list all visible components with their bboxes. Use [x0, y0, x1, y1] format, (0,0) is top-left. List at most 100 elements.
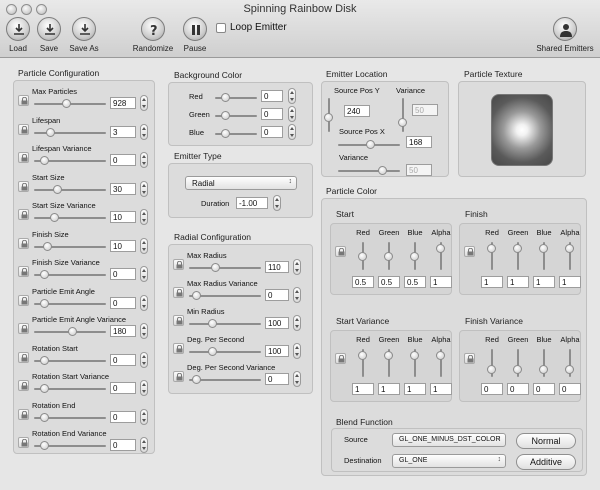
channel-slider[interactable]	[513, 242, 522, 270]
loop-emitter-checkbox[interactable]: Loop Emitter	[216, 22, 287, 33]
value-slider[interactable]	[34, 184, 106, 194]
channel-field[interactable]: 1	[352, 383, 374, 395]
value-field[interactable]: 100	[265, 345, 289, 357]
background-green-slider[interactable]	[215, 111, 257, 120]
load-button[interactable]: Load	[5, 17, 31, 53]
channel-slider[interactable]	[539, 242, 548, 270]
value-slider[interactable]	[34, 241, 106, 251]
lock-icon[interactable]	[18, 123, 29, 135]
source-blend-popup[interactable]: GL_ONE_MINUS_DST_COLOR ↕	[392, 433, 506, 447]
source-pos-y-slider[interactable]	[324, 98, 333, 132]
background-green-stepper[interactable]	[288, 106, 296, 122]
channel-slider[interactable]	[565, 349, 574, 377]
value-stepper[interactable]	[293, 315, 301, 331]
background-blue-field[interactable]: 0	[261, 126, 283, 138]
value-field[interactable]: 30	[110, 182, 136, 195]
value-slider[interactable]	[34, 99, 106, 108]
background-red-stepper[interactable]	[288, 88, 296, 104]
value-stepper[interactable]	[293, 259, 301, 275]
lock-icon[interactable]	[335, 353, 346, 364]
channel-field[interactable]: 0.5	[352, 276, 374, 288]
value-field[interactable]: 0	[265, 373, 289, 385]
channel-slider[interactable]	[487, 349, 496, 377]
value-stepper[interactable]	[140, 351, 148, 368]
lock-icon[interactable]	[18, 437, 29, 448]
channel-slider[interactable]	[513, 349, 522, 377]
value-field[interactable]: 0	[110, 382, 136, 394]
value-stepper[interactable]	[140, 237, 148, 254]
lock-icon[interactable]	[18, 380, 29, 391]
channel-field[interactable]: 0	[533, 383, 555, 395]
value-slider[interactable]	[34, 270, 106, 279]
channel-slider[interactable]	[565, 242, 574, 270]
source-pos-x-field[interactable]: 168	[406, 136, 432, 148]
randomize-button[interactable]: ? Randomize	[130, 17, 176, 53]
lock-icon[interactable]	[18, 209, 29, 220]
channel-field[interactable]: 1	[430, 276, 452, 288]
shared-emitters-button[interactable]: Shared Emitters	[533, 17, 597, 53]
checkbox-box[interactable]	[216, 22, 226, 33]
duration-stepper[interactable]	[273, 195, 281, 211]
value-stepper[interactable]	[140, 180, 148, 197]
duration-field[interactable]: -1.00	[236, 197, 268, 209]
value-stepper[interactable]	[140, 437, 148, 453]
save-button[interactable]: Save	[36, 17, 62, 53]
value-field[interactable]: 110	[265, 261, 289, 273]
value-field[interactable]: 100	[265, 317, 289, 329]
value-stepper[interactable]	[140, 95, 148, 111]
value-field[interactable]: 0	[110, 296, 136, 309]
variance-x-field[interactable]: 50	[406, 164, 432, 176]
channel-field[interactable]: 1	[481, 276, 503, 288]
channel-field[interactable]: 1	[507, 276, 529, 288]
value-slider[interactable]	[34, 412, 106, 422]
value-slider[interactable]	[189, 263, 261, 272]
particle-texture-well[interactable]	[491, 94, 553, 166]
value-slider[interactable]	[34, 127, 106, 137]
value-slider[interactable]	[34, 355, 106, 365]
channel-field[interactable]: 1	[559, 276, 581, 288]
value-field[interactable]: 10	[110, 239, 136, 252]
channel-field[interactable]: 1	[533, 276, 555, 288]
lock-icon[interactable]	[18, 95, 29, 106]
lock-icon[interactable]	[18, 152, 29, 163]
lock-icon[interactable]	[464, 353, 475, 364]
channel-slider[interactable]	[358, 349, 367, 377]
value-field[interactable]: 3	[110, 125, 136, 138]
lock-icon[interactable]	[18, 294, 29, 306]
background-blue-slider[interactable]	[215, 129, 257, 138]
value-stepper[interactable]	[140, 380, 148, 396]
value-slider[interactable]	[189, 291, 261, 300]
lock-icon[interactable]	[18, 408, 29, 420]
value-slider[interactable]	[34, 441, 106, 450]
lock-icon[interactable]	[173, 259, 184, 270]
value-stepper[interactable]	[140, 294, 148, 311]
variance-y-field[interactable]: 50	[412, 104, 438, 116]
value-stepper[interactable]	[140, 123, 148, 140]
lock-icon[interactable]	[335, 246, 346, 257]
channel-slider[interactable]	[410, 349, 419, 377]
lock-icon[interactable]	[18, 180, 29, 192]
value-slider[interactable]	[34, 213, 106, 222]
lock-icon[interactable]	[173, 371, 184, 382]
value-stepper[interactable]	[140, 152, 148, 168]
background-red-field[interactable]: 0	[261, 90, 283, 102]
channel-slider[interactable]	[436, 242, 445, 270]
lock-icon[interactable]	[173, 287, 184, 298]
lock-icon[interactable]	[18, 237, 29, 249]
value-slider[interactable]	[34, 298, 106, 308]
background-blue-stepper[interactable]	[288, 124, 296, 140]
channel-field[interactable]: 0	[559, 383, 581, 395]
value-slider[interactable]	[34, 156, 106, 165]
value-stepper[interactable]	[140, 209, 148, 225]
channel-field[interactable]: 0	[507, 383, 529, 395]
value-stepper[interactable]	[293, 371, 301, 387]
value-field[interactable]: 0	[110, 410, 136, 423]
value-stepper[interactable]	[140, 266, 148, 282]
value-slider[interactable]	[189, 375, 261, 384]
channel-field[interactable]: 0	[481, 383, 503, 395]
value-field[interactable]: 180	[110, 325, 136, 337]
save-as-button[interactable]: Save As	[67, 17, 101, 53]
value-field[interactable]: 0	[110, 353, 136, 366]
channel-slider[interactable]	[384, 349, 393, 377]
value-slider[interactable]	[189, 319, 261, 328]
